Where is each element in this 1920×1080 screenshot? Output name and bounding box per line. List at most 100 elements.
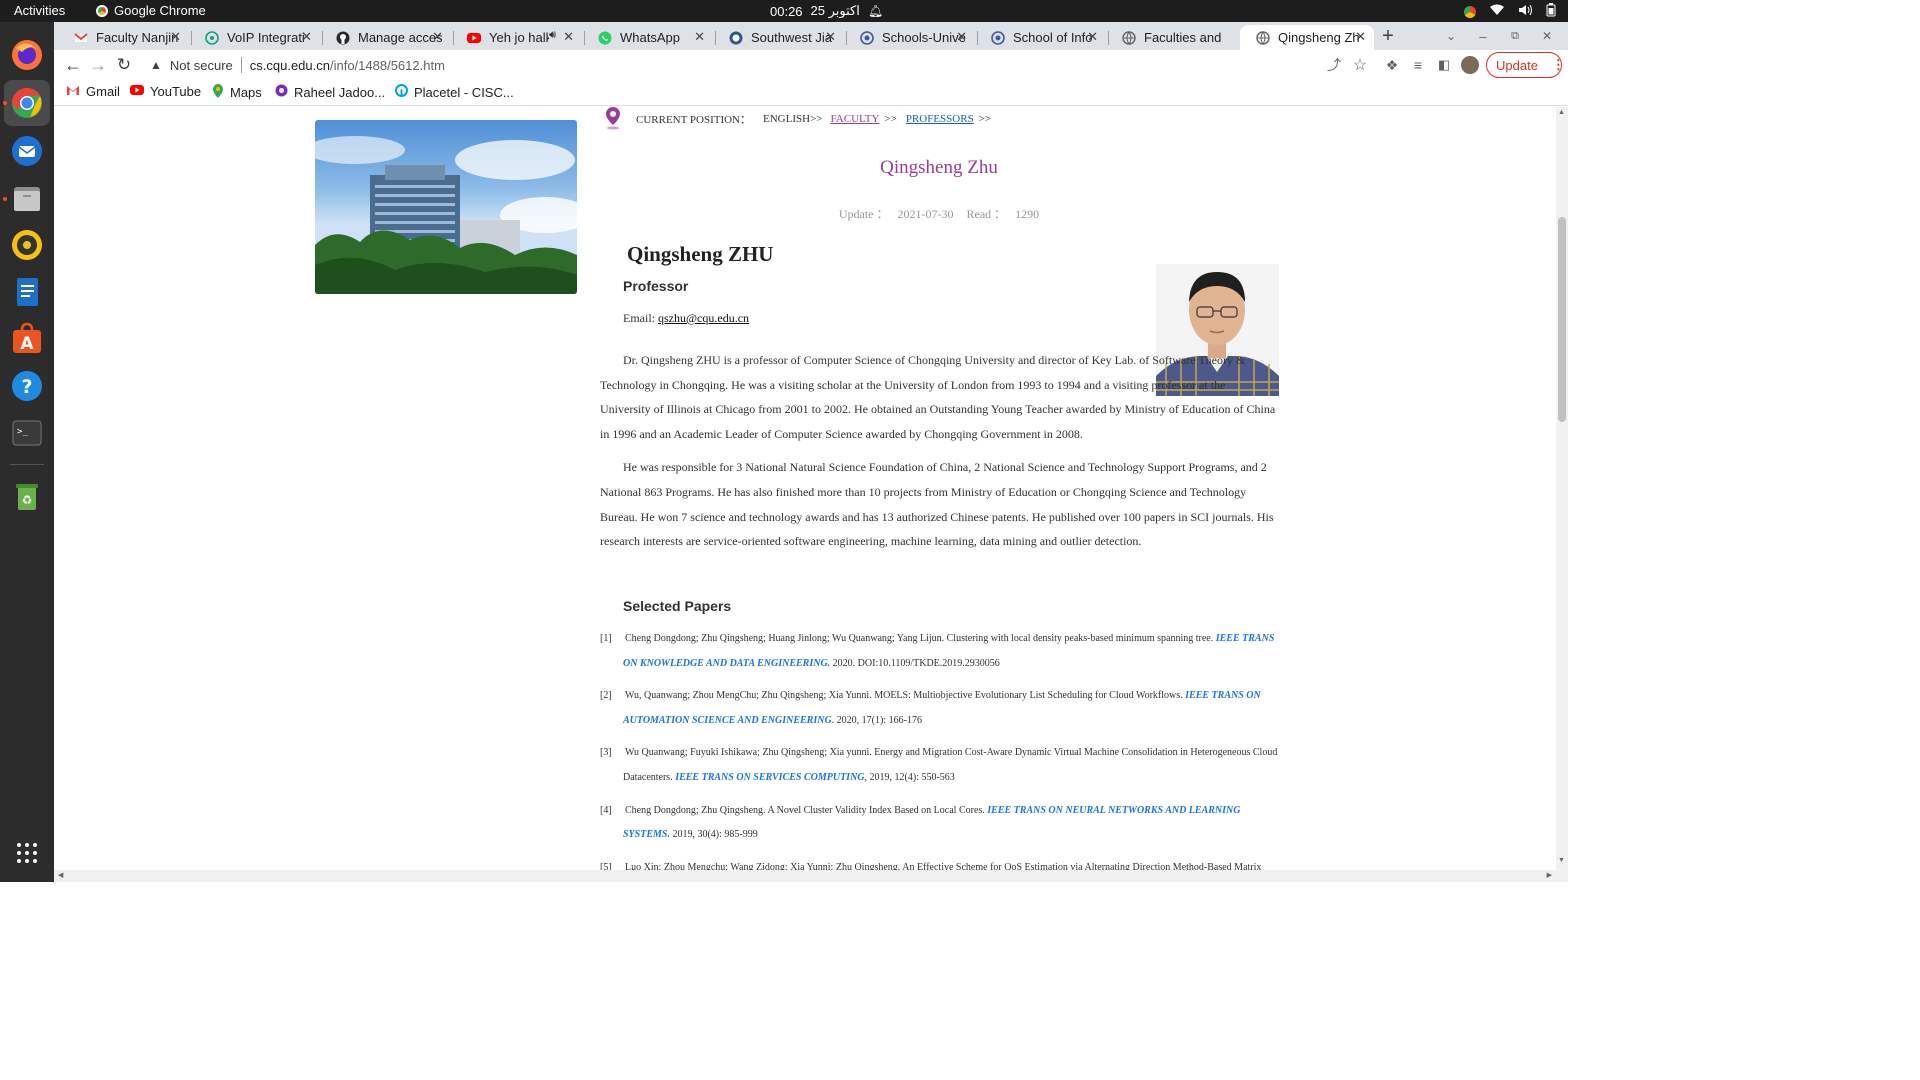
paper-number: [5]	[600, 861, 612, 870]
tab-title: Manage acces	[358, 30, 443, 45]
globe-favicon-icon	[860, 30, 874, 45]
back-button[interactable]: ←	[62, 54, 84, 76]
url-path[interactable]: /info/1488/5612.htm	[330, 58, 445, 73]
tab-school-of-information[interactable]: School of Info ✕	[975, 25, 1106, 50]
trash-icon[interactable]: ♻	[8, 477, 46, 515]
scroll-right-arrow[interactable]: ▶	[1547, 871, 1552, 879]
help-icon[interactable]: ?	[8, 367, 46, 405]
bookmark-label: Placetel - CISC...	[414, 84, 514, 100]
media-control-icon[interactable]: ≡	[1408, 54, 1428, 76]
gmail-icon	[66, 84, 80, 99]
bookmark-star-icon[interactable]: ☆	[1350, 54, 1370, 76]
paper-citation: Luo Xin; Zhou Mengchu; Wang Zidong; Xia …	[625, 861, 1262, 870]
tab-title: Faculty Nanjin	[96, 30, 179, 45]
close-icon[interactable]: ✕	[1087, 29, 1098, 45]
email-label: Email:	[623, 311, 655, 325]
extensions-icon[interactable]: ❖	[1382, 54, 1402, 76]
bookmark-youtube[interactable]: YouTube	[130, 84, 201, 99]
chrome-tray-icon	[1464, 5, 1476, 18]
bio-paragraph: He was responsible for 3 National Natura…	[600, 460, 1274, 549]
svg-text:>_: >_	[17, 427, 28, 437]
breadcrumb-sep: >>	[884, 113, 897, 125]
chrome-icon[interactable]	[4, 80, 50, 126]
thunderbird-icon[interactable]	[8, 132, 46, 170]
scroll-thumb[interactable]	[1558, 217, 1566, 422]
software-icon[interactable]: A	[8, 320, 46, 358]
whatsapp-favicon-icon	[598, 31, 612, 45]
scroll-left-arrow[interactable]: ◀	[58, 871, 63, 879]
share-icon[interactable]: ⤴	[1324, 54, 1344, 76]
files-icon[interactable]	[8, 179, 46, 217]
app-grid-icon[interactable]	[8, 834, 46, 872]
minimize-button[interactable]: –	[1472, 26, 1494, 46]
url-host[interactable]: cs.cqu.edu.cn	[250, 58, 330, 73]
close-icon[interactable]: ✕	[563, 29, 574, 45]
placetel-icon	[395, 84, 408, 100]
rhythmbox-icon[interactable]	[8, 226, 46, 264]
reload-button[interactable]: ↻	[113, 54, 135, 76]
close-icon[interactable]: ✕	[170, 29, 181, 45]
paper-journal[interactable]: IEEE TRANS ON SERVICES COMPUTING	[675, 772, 864, 783]
tab-voip-integration[interactable]: VoIP Integrati ✕	[189, 25, 320, 50]
breadcrumb-english[interactable]: ENGLISH>>	[763, 113, 822, 125]
close-icon[interactable]: ✕	[694, 29, 705, 45]
paper-number: [2]	[600, 690, 612, 702]
forward-button[interactable]: →	[87, 54, 109, 76]
tab-qingsheng-zhu[interactable]: Qingsheng Zh ✕	[1240, 25, 1374, 50]
tab-faculties[interactable]: Faculties and	[1106, 25, 1237, 50]
close-window-button[interactable]: ✕	[1536, 26, 1558, 46]
profile-avatar[interactable]	[1461, 56, 1479, 74]
horizontal-scrollbar[interactable]: ◀ ▶	[54, 870, 1556, 882]
running-indicator	[3, 101, 7, 105]
svg-text:?: ?	[21, 376, 32, 398]
close-icon[interactable]: ✕	[432, 29, 443, 45]
tab-youtube-video[interactable]: Yeh jo halk 🔊︎ ✕	[451, 25, 582, 50]
bio-paragraph: Dr. Qingsheng ZHU is a professor of Comp…	[600, 353, 1276, 441]
firefox-icon[interactable]	[8, 36, 46, 74]
terminal-icon[interactable]: >_	[8, 414, 46, 452]
list-item: [3] Wu Quanwang; Fuyuki Ishikawa; Zhu Qi…	[600, 741, 1280, 790]
bookmark-site-icon	[275, 84, 288, 100]
globe-favicon-icon	[991, 30, 1005, 45]
tab-whatsapp[interactable]: WhatsApp ✕	[582, 25, 713, 50]
bookmark-maps[interactable]: Maps	[212, 84, 262, 101]
scroll-up-arrow[interactable]: ▲	[1558, 109, 1565, 116]
vertical-scrollbar[interactable]: ▲ ▼	[1556, 107, 1568, 882]
bookmark-gmail[interactable]: Gmail	[66, 84, 120, 99]
bookmark-placetel[interactable]: Placetel - CISC...	[395, 84, 514, 100]
speaker-icon[interactable]: 🔊︎	[549, 29, 556, 42]
close-icon[interactable]: ✕	[301, 29, 312, 45]
security-label[interactable]: Not secure	[170, 58, 233, 73]
close-icon[interactable]: ✕	[1355, 29, 1366, 45]
update-button[interactable]: Update ⋮	[1486, 52, 1565, 78]
clock[interactable]: 00:26 25 اکتوبر 🔔︎	[770, 3, 883, 19]
youtube-favicon-icon	[467, 31, 481, 45]
tab-manage-access[interactable]: Manage acces ✕	[320, 25, 451, 50]
address-bar[interactable]: ▲ Not secure cs.cqu.edu.cn /info/1488/56…	[144, 52, 1324, 78]
tab-schools-university[interactable]: Schools-Unive ✕	[844, 25, 975, 50]
breadcrumb-professors[interactable]: PROFESSORS	[906, 113, 974, 125]
scroll-down-arrow[interactable]: ▼	[1558, 857, 1565, 864]
close-icon[interactable]: ✕	[956, 29, 967, 45]
email-link[interactable]: qszhu@cqu.edu.cn	[658, 311, 749, 325]
clock-time: 00:26	[770, 3, 803, 19]
warning-icon[interactable]: ▲	[150, 58, 162, 72]
writer-icon[interactable]	[8, 273, 46, 311]
tab-title: VoIP Integrati	[227, 30, 305, 45]
list-item: [1] Cheng Dongdong; Zhu Qingsheng; Huang…	[600, 627, 1280, 676]
close-icon[interactable]: ✕	[825, 29, 836, 45]
breadcrumb-faculty[interactable]: FACULTY	[830, 113, 879, 125]
side-panel-icon[interactable]: ◧	[1434, 54, 1454, 76]
list-item: [2] Wu, Quanwang; Zhou MengChu; Zhu Qing…	[600, 684, 1280, 733]
article-meta: Update ： 2021-07-30 Read ： 1290	[600, 205, 1278, 222]
tab-southwest-jiaotong[interactable]: Southwest Jia ✕	[713, 25, 844, 50]
new-tab-button[interactable]: +	[1376, 25, 1400, 47]
activities-button[interactable]: Activities	[14, 3, 65, 18]
maximize-button[interactable]: ⧉	[1504, 26, 1526, 46]
bookmark-raheel[interactable]: Raheel Jadoo...	[275, 84, 385, 100]
system-tray[interactable]	[1464, 3, 1556, 20]
bell-icon: 🔔︎	[867, 4, 884, 18]
tab-search-button[interactable]: ⌄	[1440, 26, 1462, 46]
tab-faculty-nanjing[interactable]: Faculty Nanjin ✕	[58, 25, 189, 50]
app-menu[interactable]: Google Chrome	[96, 3, 206, 18]
